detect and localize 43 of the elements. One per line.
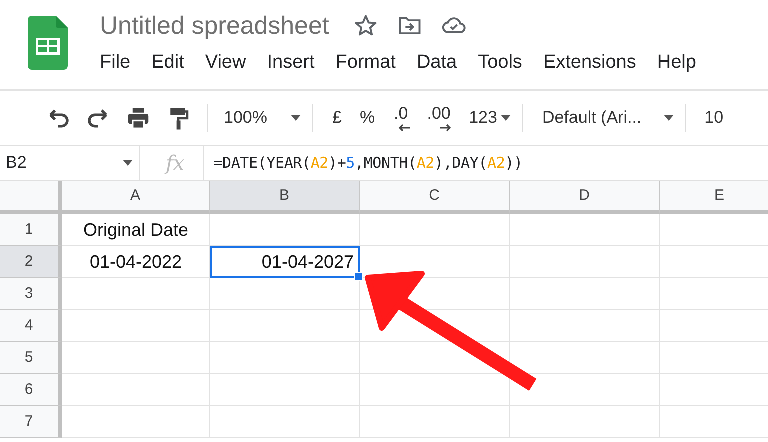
document-title[interactable]: Untitled spreadsheet: [100, 12, 330, 40]
table-cell[interactable]: 01-04-2022: [62, 246, 210, 278]
right-arrow-icon: [440, 124, 452, 132]
row-header[interactable]: 4: [0, 310, 62, 342]
menu-item[interactable]: Extensions: [543, 52, 636, 74]
row-header[interactable]: 2: [0, 246, 62, 278]
currency-button[interactable]: £: [323, 101, 351, 135]
caret-icon: [291, 115, 302, 121]
menu-item[interactable]: Help: [657, 52, 696, 74]
column-header[interactable]: C: [360, 181, 510, 214]
menu-item[interactable]: File: [100, 52, 131, 74]
menu-item[interactable]: Data: [416, 52, 458, 74]
menu-item[interactable]: Edit: [152, 52, 184, 74]
column-header[interactable]: E: [660, 181, 768, 214]
caret-icon: [501, 115, 512, 121]
column-header[interactable]: D: [510, 181, 660, 214]
fill-handle[interactable]: [354, 272, 363, 281]
row-header[interactable]: 5: [0, 342, 62, 374]
menu-item[interactable]: Format: [336, 52, 396, 74]
table-cell[interactable]: Original Date: [62, 214, 210, 246]
column-header[interactable]: B: [210, 181, 360, 214]
left-arrow-icon: [398, 124, 410, 132]
column-header[interactable]: A: [62, 181, 210, 214]
name-box[interactable]: B2: [0, 146, 140, 180]
percent-button[interactable]: %: [350, 101, 384, 135]
font-dropdown[interactable]: Default (Ari...: [533, 101, 683, 135]
menu-item[interactable]: View: [205, 52, 246, 74]
menu-item[interactable]: Tools: [478, 52, 522, 74]
zoom-dropdown[interactable]: 100%: [218, 101, 310, 135]
row-header[interactable]: 7: [0, 406, 62, 438]
selected-cell[interactable]: 01-04-2027: [210, 246, 360, 278]
caret-icon: [664, 115, 674, 121]
decrease-decimal-button[interactable]: .0: [384, 100, 418, 136]
number-format-dropdown[interactable]: 123: [460, 101, 520, 135]
row-header[interactable]: 6: [0, 374, 62, 406]
menu-item[interactable]: Insert: [267, 52, 315, 74]
row-header[interactable]: 1: [0, 214, 62, 246]
increase-decimal-button[interactable]: .00: [418, 100, 460, 136]
formula-field[interactable]: =DATE(YEAR(A2)+5,MONTH(A2),DAY(A2)): [204, 154, 523, 172]
caret-icon: [123, 160, 133, 166]
font-size-field[interactable]: 10: [696, 101, 733, 135]
row-header[interactable]: 3: [0, 278, 62, 310]
sheets-logo-icon[interactable]: [28, 16, 68, 70]
